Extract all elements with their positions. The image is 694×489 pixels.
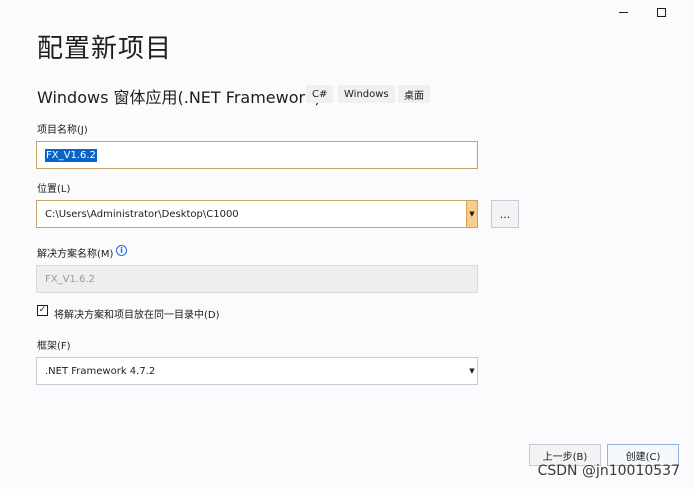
tag-platform: Windows — [338, 85, 395, 103]
minimize-icon — [618, 11, 628, 13]
dropdown-arrow-icon[interactable]: ▼ — [466, 201, 477, 227]
tag-project-type: 桌面 — [398, 85, 430, 103]
location-combobox[interactable]: C:\Users\Administrator\Desktop\C1000 ▼ — [36, 200, 478, 228]
location-value: C:\Users\Administrator\Desktop\C1000 — [45, 208, 239, 220]
same-dir-label: 将解决方案和项目放在同一目录中(D) — [54, 310, 220, 321]
same-dir-checkbox[interactable]: ✓ — [37, 305, 48, 316]
framework-label: 框架(F) — [37, 341, 71, 352]
project-name-input[interactable]: FX_V1.6.2 — [36, 141, 478, 169]
maximize-button[interactable] — [651, 4, 671, 20]
location-label: 位置(L) — [37, 184, 71, 195]
project-name-label: 项目名称(J) — [37, 125, 88, 136]
chevron-down-icon: ▼ — [469, 367, 475, 375]
framework-value: .NET Framework 4.7.2 — [45, 365, 156, 377]
solution-name-label: 解决方案名称(M) — [37, 249, 114, 260]
csdn-watermark: CSDN @jn10010537 — [537, 463, 680, 479]
info-icon[interactable]: i — [116, 245, 127, 256]
project-name-value: FX_V1.6.2 — [45, 148, 97, 162]
page-title: 配置新项目 — [37, 34, 173, 64]
browse-button[interactable]: ... — [491, 200, 519, 228]
maximize-icon — [656, 7, 666, 17]
solution-name-value: FX_V1.6.2 — [45, 273, 95, 285]
tag-language: C# — [306, 85, 334, 103]
solution-name-input: FX_V1.6.2 — [36, 265, 478, 293]
framework-select[interactable]: .NET Framework 4.7.2 ▼ — [36, 357, 478, 385]
minimize-button[interactable] — [613, 4, 633, 20]
template-name: Windows 窗体应用(.NET Framework) — [37, 88, 321, 107]
